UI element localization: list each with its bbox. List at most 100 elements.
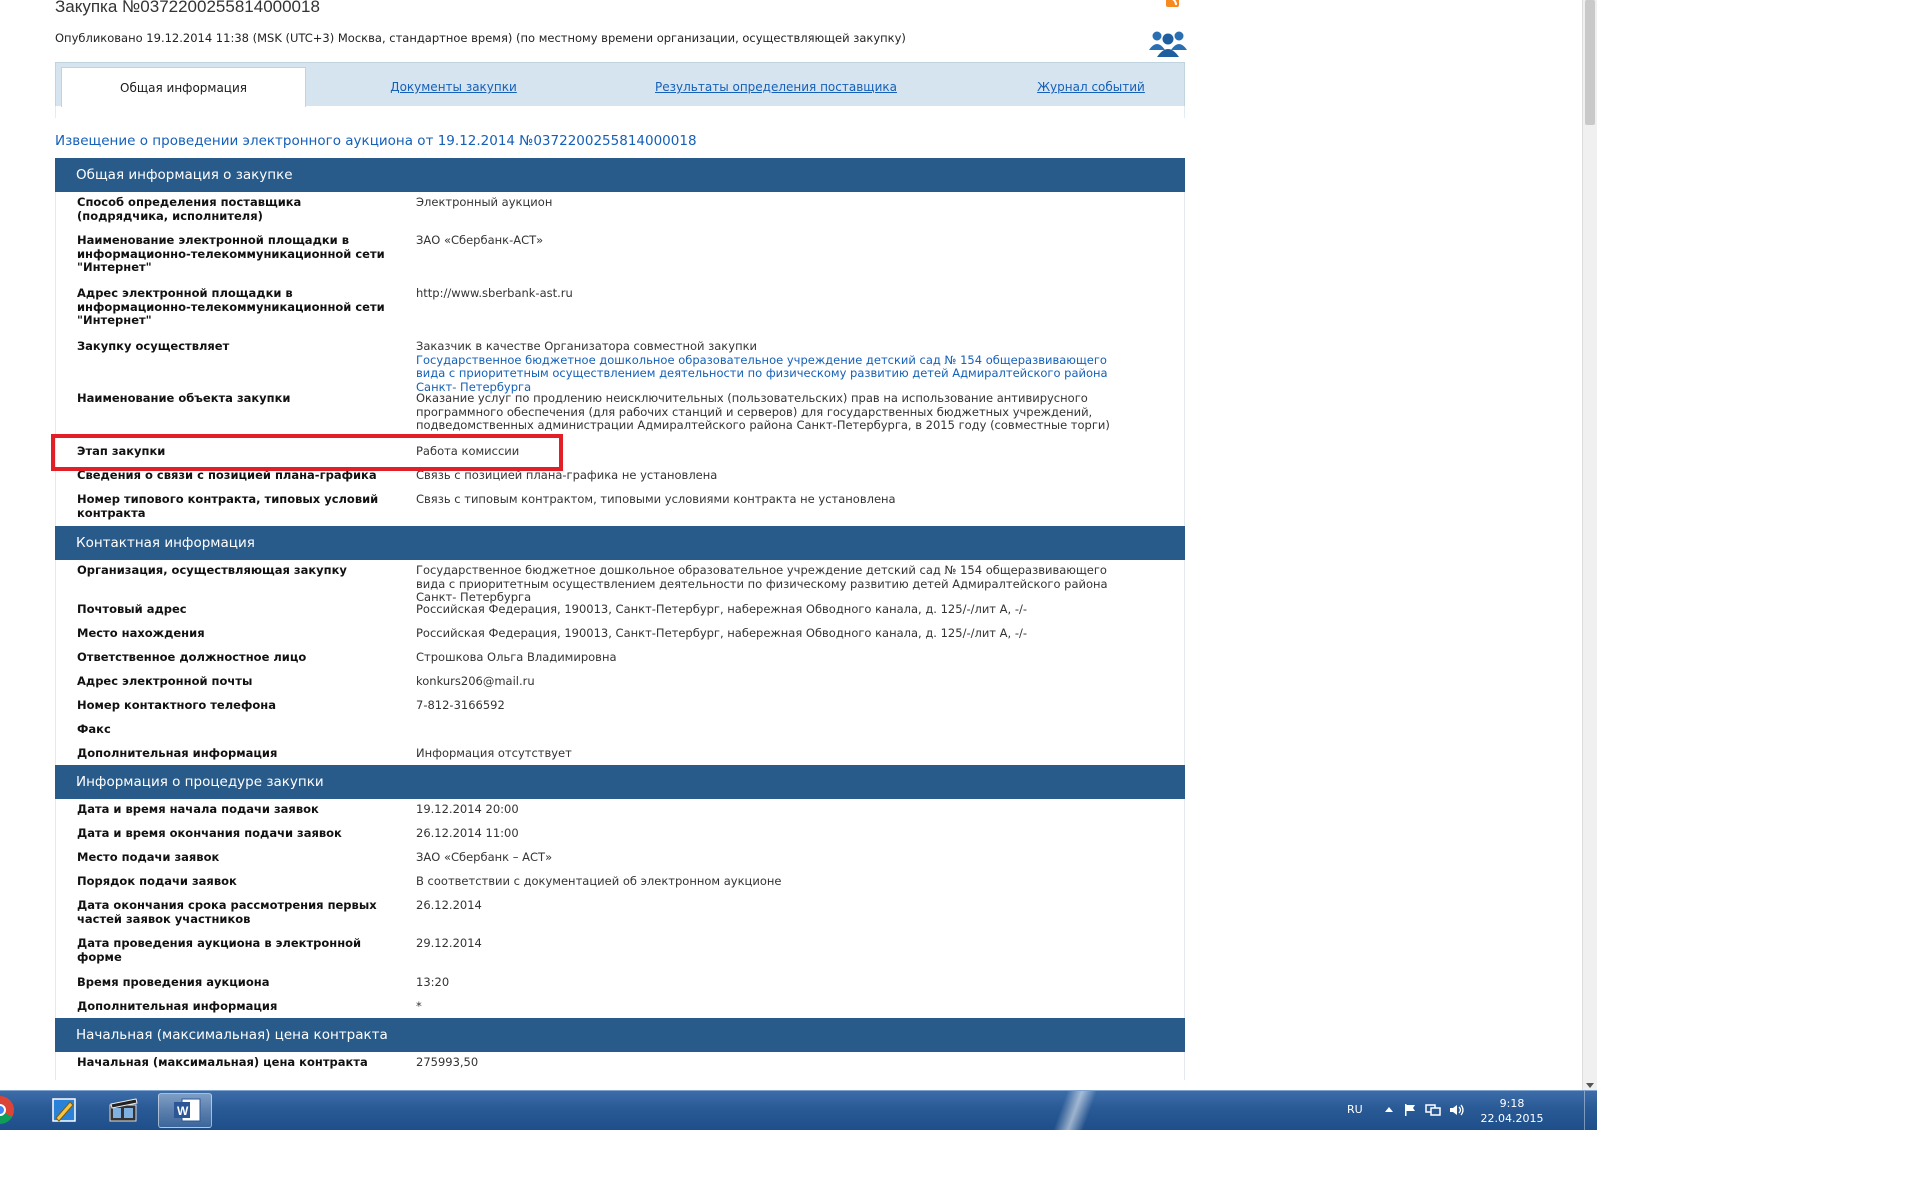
row-label: Адрес электронной почты xyxy=(77,674,253,688)
row-label: Сведения о связи с позицией плана-график… xyxy=(77,468,377,482)
tab-results[interactable]: Результаты определения поставщика xyxy=(616,67,936,107)
system-tray: RU 9:18 22.04.2015 xyxy=(1337,1091,1597,1130)
table-row: Факс xyxy=(56,722,1184,747)
row-value: ЗАО «Сбербанк – АСТ» xyxy=(416,850,553,864)
table-row: Наименование объекта закупки Оказание ус… xyxy=(56,391,1184,445)
table-row: Дата и время начала подачи заявок 19.12.… xyxy=(56,799,1184,827)
table-row: Место подачи заявок ЗАО «Сбербанк – АСТ» xyxy=(56,850,1184,875)
purchase-title: Закупка №0372200255814000018 xyxy=(55,0,320,16)
network-icon[interactable] xyxy=(1425,1103,1441,1117)
row-label: Номер контактного телефона xyxy=(77,698,276,712)
show-desktop-button[interactable] xyxy=(1584,1091,1597,1130)
table-row: Ответственное должностное лицо Строшкова… xyxy=(56,650,1184,675)
table-row: Адрес электронной площадки в информацион… xyxy=(56,286,1184,340)
row-label: Место подачи заявок xyxy=(77,850,220,864)
table-row: Организация, осуществляющая закупку Госу… xyxy=(56,560,1184,604)
movie-maker-icon[interactable] xyxy=(108,1097,140,1123)
tab-event-log[interactable]: Журнал событий xyxy=(996,67,1186,107)
table-row: Почтовый адрес Российская Федерация, 190… xyxy=(56,602,1184,627)
row-label: Дополнительная информация xyxy=(77,999,278,1013)
scroll-down-arrow-icon[interactable] xyxy=(1586,1083,1594,1088)
purchase-details: Общая информация о закупке Способ опреде… xyxy=(55,158,1185,1080)
table-row: Номер типового контракта, типовых услови… xyxy=(56,492,1184,526)
row-label: Наименование объекта закупки xyxy=(77,391,291,405)
section-procedure-rows: Дата и время начала подачи заявок 19.12.… xyxy=(55,799,1185,1018)
row-value: 26.12.2014 xyxy=(416,898,482,912)
paint-icon[interactable] xyxy=(50,1096,78,1124)
table-row: Дополнительная информация * xyxy=(56,999,1184,1018)
row-label: Адрес электронной площадки в информацион… xyxy=(77,286,385,327)
row-label: Ответственное должностное лицо xyxy=(77,650,307,664)
row-value: Строшкова Ольга Владимировна xyxy=(416,650,617,664)
tab-bar: Общая информация Документы закупки Резул… xyxy=(55,62,1186,107)
notice-title: Извещение о проведении электронного аукц… xyxy=(55,133,697,149)
table-row: Дата и время окончания подачи заявок 26.… xyxy=(56,826,1184,851)
customer-link[interactable]: Государственное бюджетное дошкольное обр… xyxy=(416,353,1134,395)
row-value: Российская Федерация, 190013, Санкт-Пете… xyxy=(416,626,1027,640)
table-row: Начальная (максимальная) цена контракта … xyxy=(56,1052,1184,1080)
browser-page: Закупка №0372200255814000018 Опубликован… xyxy=(0,0,1590,1090)
word-icon[interactable]: W xyxy=(172,1096,202,1124)
table-row: Способ определения поставщика (подрядчик… xyxy=(56,192,1184,234)
users-icon[interactable] xyxy=(1148,28,1188,58)
row-label: Порядок подачи заявок xyxy=(77,874,237,888)
row-value: 29.12.2014 xyxy=(416,936,482,950)
table-row: Время проведения аукциона 13:20 xyxy=(56,975,1184,1000)
table-row: Дата проведения аукциона в электронной ф… xyxy=(56,936,1184,976)
row-label: Наименование электронной площадки в инфо… xyxy=(77,233,385,274)
clock-time: 9:18 xyxy=(1499,1097,1525,1110)
row-value: 13:20 xyxy=(416,975,450,989)
row-value: Российская Федерация, 190013, Санкт-Пете… xyxy=(416,602,1027,616)
row-label: Начальная (максимальная) цена контракта xyxy=(77,1055,368,1069)
tray-expand-icon[interactable] xyxy=(1385,1107,1393,1112)
row-label: Закупку осуществляет xyxy=(77,339,230,353)
row-label: Номер типового контракта, типовых услови… xyxy=(77,492,379,520)
section-general-header: Общая информация о закупке xyxy=(55,158,1185,192)
vertical-scrollbar[interactable] xyxy=(1582,0,1597,1090)
row-label: Дата проведения аукциона в электронной ф… xyxy=(77,936,362,964)
row-value: Информация отсутствует xyxy=(416,746,572,760)
tab-general-info[interactable]: Общая информация xyxy=(61,67,306,107)
row-value: 275993,50 xyxy=(416,1055,479,1069)
volume-icon[interactable] xyxy=(1449,1103,1465,1117)
table-row-stage: Этап закупки Работа комиссии xyxy=(56,444,1184,469)
row-value: В соответствии с документацией об электр… xyxy=(416,874,782,888)
row-label: Время проведения аукциона xyxy=(77,975,270,989)
row-value: 26.12.2014 11:00 xyxy=(416,826,519,840)
row-label: Дата и время начала подачи заявок xyxy=(77,802,319,816)
row-value: Связь с позицией плана-графика не устано… xyxy=(416,468,718,482)
table-row: Наименование электронной площадки в инфо… xyxy=(56,233,1184,287)
section-price-header: Начальная (максимальная) цена контракта xyxy=(55,1018,1185,1052)
row-label: Способ определения поставщика (подрядчик… xyxy=(77,195,302,223)
section-procedure-header: Информация о процедуре закупки xyxy=(55,765,1185,799)
row-value: Государственное бюджетное дошкольное обр… xyxy=(416,563,1108,604)
row-label: Дата и время окончания подачи заявок xyxy=(77,826,342,840)
row-value xyxy=(394,723,1184,747)
row-value: http://www.sberbank-ast.ru xyxy=(416,286,573,300)
table-row: Дата окончания срока рассмотрения первых… xyxy=(56,898,1184,937)
row-value: Оказание услуг по продлению неисключител… xyxy=(416,391,1110,432)
chrome-icon[interactable] xyxy=(0,1096,14,1124)
row-label: Дополнительная информация xyxy=(77,746,278,760)
rss-icon[interactable] xyxy=(1166,0,1179,7)
row-value: Работа комиссии xyxy=(416,444,520,458)
organizer-role: Заказчик в качестве Организатора совмест… xyxy=(416,339,758,353)
scrollbar-thumb[interactable] xyxy=(1585,0,1595,125)
windows-taskbar: W RU 9:18 22.04.2015 xyxy=(0,1090,1597,1130)
row-value: * xyxy=(416,999,422,1013)
row-label: Почтовый адрес xyxy=(77,602,187,616)
language-indicator[interactable]: RU xyxy=(1347,1103,1363,1116)
taskbar-shine xyxy=(1045,1091,1105,1130)
section-general-rows: Способ определения поставщика (подрядчик… xyxy=(55,192,1185,526)
table-row: Сведения о связи с позицией плана-график… xyxy=(56,468,1184,493)
tab-documents[interactable]: Документы закупки xyxy=(336,67,571,107)
row-label: Факс xyxy=(77,722,111,736)
action-center-flag-icon[interactable] xyxy=(1403,1103,1417,1117)
clock-date: 22.04.2015 xyxy=(1480,1112,1544,1125)
table-row: Адрес электронной почты konkurs206@mail.… xyxy=(56,674,1184,699)
published-info: Опубликовано 19.12.2014 11:38 (MSK (UTC+… xyxy=(55,31,906,45)
table-row: Порядок подачи заявок В соответствии с д… xyxy=(56,874,1184,899)
section-contact-header: Контактная информация xyxy=(55,526,1185,560)
row-value: konkurs206@mail.ru xyxy=(416,674,535,688)
clock[interactable]: 9:18 22.04.2015 xyxy=(1477,1096,1547,1126)
